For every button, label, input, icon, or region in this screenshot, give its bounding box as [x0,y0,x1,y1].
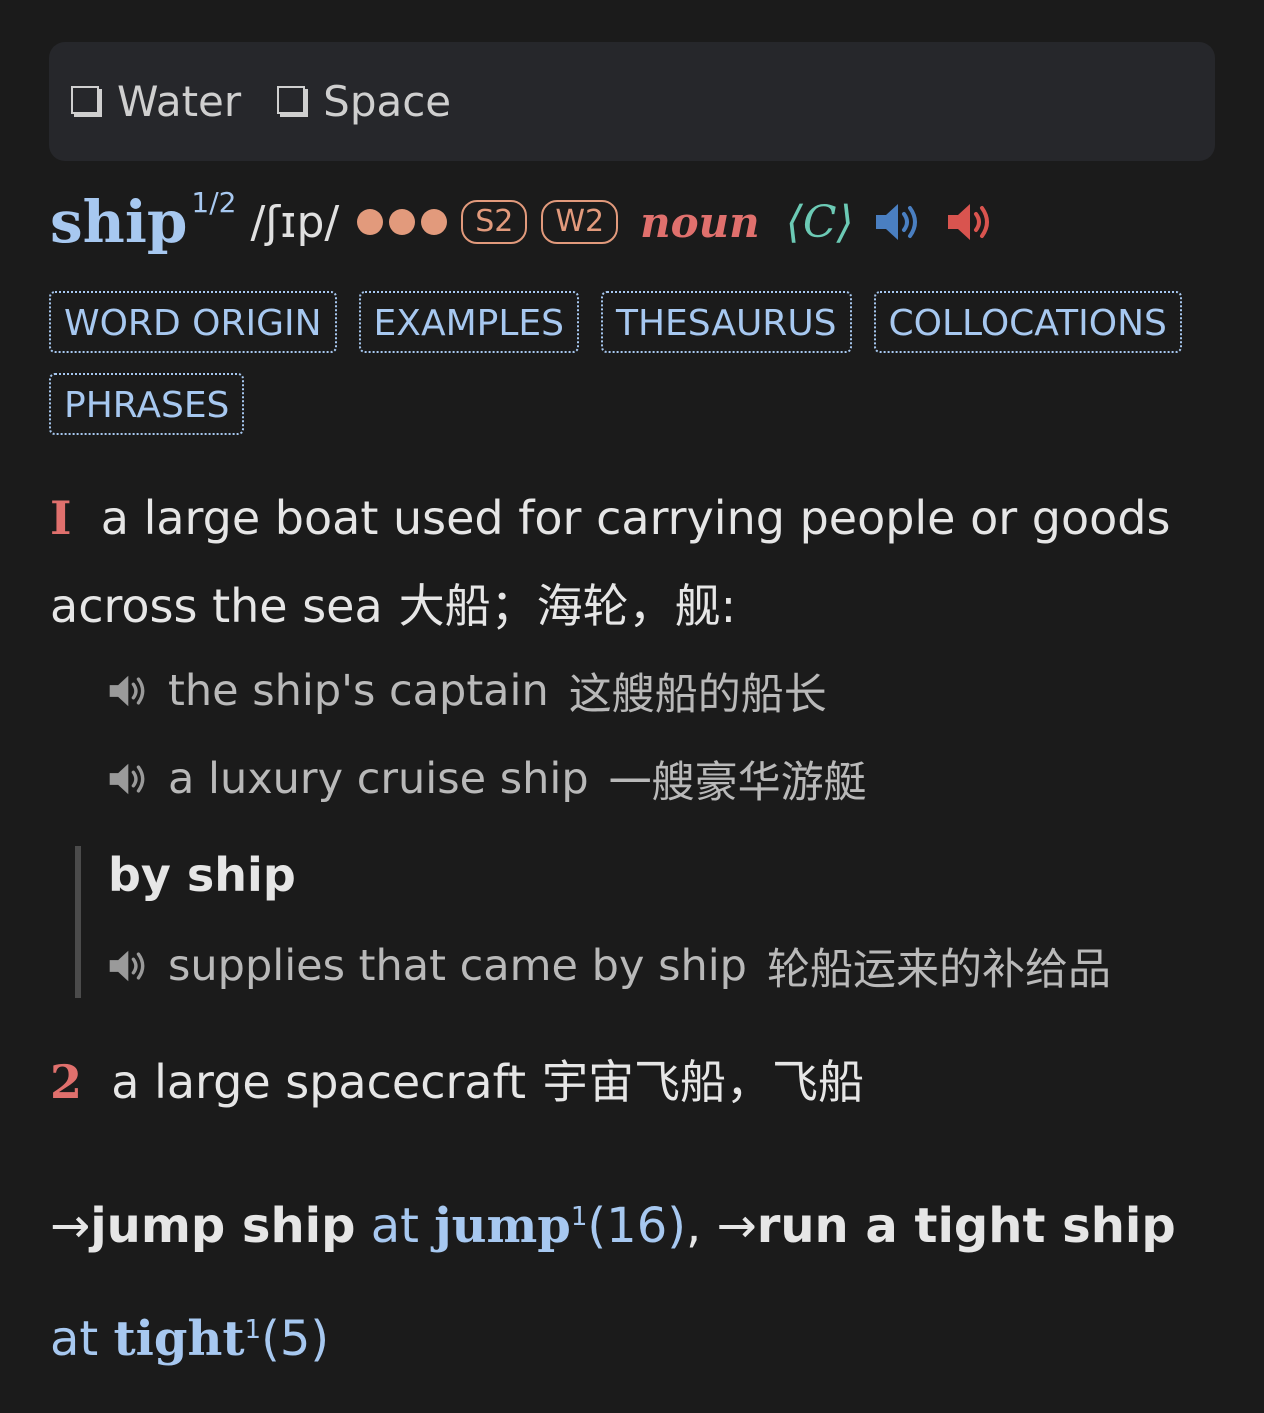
example-translation: 一艘豪华游艇 [608,758,867,808]
crossref-link-tight[interactable]: tight [114,1311,245,1367]
crossref-homograph: 1 [244,1315,262,1345]
sense-number: 2 [50,1055,83,1109]
grammar-code: ⟨C⟩ [785,196,854,248]
definition-translation: 宇宙飞船，飞船 [542,1055,865,1109]
cross-references: →jump ship at jump1(16), →run a tight sh… [50,1165,1220,1391]
definition-text: a large spacecraft [111,1055,527,1109]
topic-label: Water [117,77,242,126]
crossref-separator: , [685,1198,702,1254]
homograph-number: 1/2 [191,185,237,219]
speaker-icon[interactable] [108,760,152,798]
topic-water[interactable]: Water [71,77,241,126]
arrow-icon: → [716,1198,757,1254]
tab-word-origin[interactable]: WORD ORIGIN [49,291,337,353]
speaker-british-icon[interactable] [874,200,926,244]
speaker-icon[interactable] [108,672,152,710]
frequency-dot [357,209,384,235]
entry-tabs: WORD ORIGIN EXAMPLES THESAURUS COLLOCATI… [49,291,1219,435]
frequency-dots [357,209,448,235]
sense-definition: 2 a large spacecraft 宇宙飞船，飞船 [50,1038,1220,1126]
arrow-icon: → [50,1198,91,1254]
crossref-at: at [370,1198,419,1254]
tab-examples[interactable]: EXAMPLES [358,291,579,353]
definition-translation: 大船；海轮，舰: [398,579,737,633]
frequency-dot [421,209,448,235]
example-sentence: a luxury cruise ship 一艘豪华游艇 [108,748,867,810]
example-translation: 轮船运来的补给品 [766,945,1111,995]
frequency-dot [389,209,416,235]
part-of-speech: noun [640,197,760,247]
crossref-at: at [50,1311,99,1367]
crossref-phrase: run a tight ship [756,1198,1176,1254]
speaker-icon[interactable] [108,947,152,985]
example-text: supplies that came by ship [168,941,747,991]
crossref-phrase: jump ship [90,1198,356,1254]
headword: ship [50,188,188,256]
sense-definition: I a large boat used for carrying people … [50,474,1220,650]
checkbox-icon[interactable] [71,85,99,114]
speaker-american-icon[interactable] [946,200,998,244]
crossref-link-jump[interactable]: jump [434,1198,571,1254]
entry-headline: ship 1/2 /ʃɪp/ S2 W2 noun ⟨C⟩ [50,185,998,256]
crossref-sense[interactable]: (16) [587,1198,686,1254]
crossref-homograph: 1 [570,1202,588,1232]
checkbox-icon[interactable] [277,85,306,114]
phrase-divider [75,846,81,998]
crossref-sense[interactable]: (5) [261,1311,329,1367]
topic-bar: Water Space [49,42,1215,161]
phrase-example: supplies that came by ship 轮船运来的补给品 [108,935,1111,997]
sense-number: I [50,491,72,545]
spoken-frequency-badge: S2 [461,200,528,244]
pronunciation: /ʃɪp/ [250,196,340,248]
example-text: the ship's captain [168,666,549,716]
phrase-label: by ship [108,848,296,902]
tab-thesaurus[interactable]: THESAURUS [601,291,852,353]
written-frequency-badge: W2 [541,200,619,244]
topic-space[interactable]: Space [277,77,451,126]
tab-collocations[interactable]: COLLOCATIONS [873,291,1182,353]
example-sentence: the ship's captain 这艘船的船长 [108,660,827,722]
tab-phrases[interactable]: PHRASES [49,373,245,435]
example-text: a luxury cruise ship [168,754,589,804]
example-translation: 这艘船的船长 [568,670,827,720]
topic-label: Space [323,77,452,126]
